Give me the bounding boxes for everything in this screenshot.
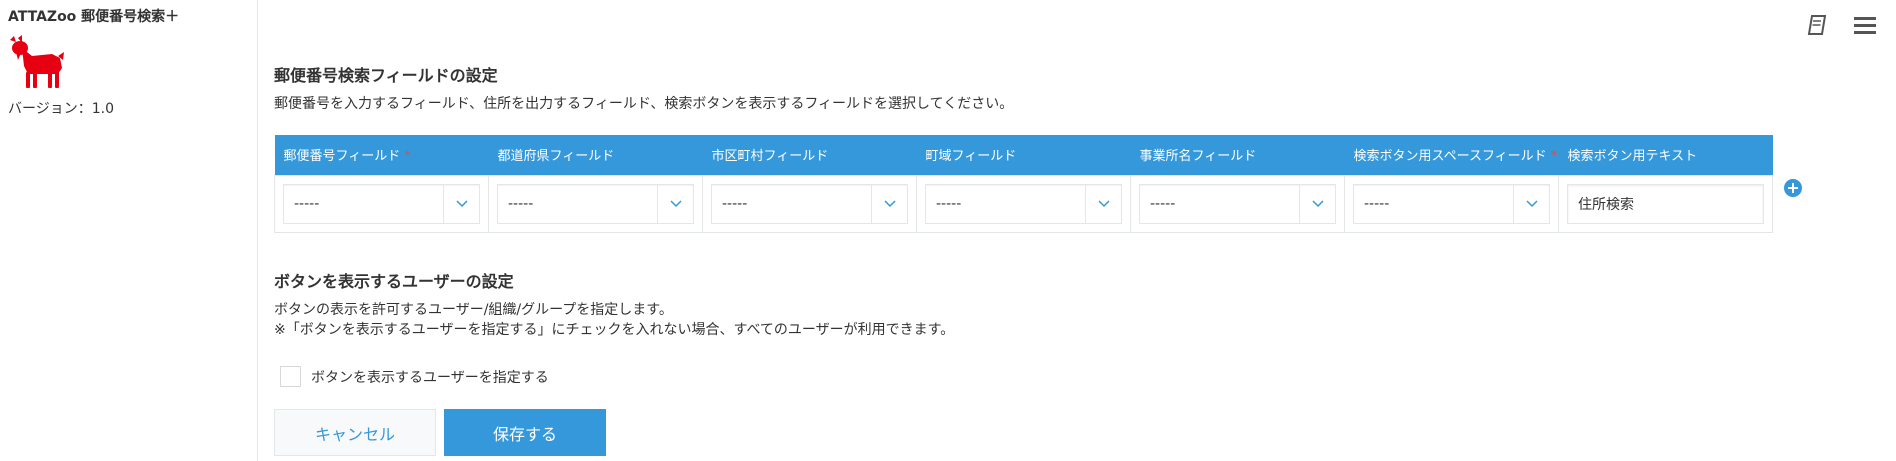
column-header-prefecture: 都道府県フィールド bbox=[488, 135, 703, 175]
office-name-field-select[interactable]: ----- bbox=[1139, 183, 1336, 224]
field-settings-table: 郵便番号フィールド * 都道府県フィールド 市区町村フィールド 町域フィールド 事… bbox=[274, 135, 1773, 233]
top-toolbar bbox=[1804, 12, 1878, 38]
settings-main: 郵便番号検索フィールドの設定 郵便番号を入力するフィールド、住所を出力するフィー… bbox=[274, 0, 1896, 461]
cancel-button[interactable]: キャンセル bbox=[274, 409, 436, 456]
chevron-down-icon bbox=[1513, 184, 1549, 223]
specify-users-checkbox[interactable] bbox=[280, 366, 301, 387]
chevron-down-icon bbox=[443, 184, 479, 223]
chevron-down-icon bbox=[657, 184, 693, 223]
specify-users-checkbox-label: ボタンを表示するユーザーを指定する bbox=[311, 369, 549, 386]
column-header-button-space: 検索ボタン用スペースフィールド * bbox=[1344, 135, 1559, 175]
column-header-town: 町域フィールド bbox=[916, 135, 1131, 175]
sidebar: ATTAZoo 郵便番号検索＋ バージョン：1.0 bbox=[0, 0, 258, 461]
required-mark: * bbox=[1550, 149, 1558, 165]
table-row: ----- ----- ----- ----- ----- ----- 住所検索 bbox=[274, 174, 1773, 233]
plus-circle-icon[interactable] bbox=[1784, 179, 1802, 197]
column-header-office-name: 事業所名フィールド bbox=[1130, 135, 1345, 175]
prefecture-field-select[interactable]: ----- bbox=[497, 183, 694, 224]
column-header-postal-code: 郵便番号フィールド * bbox=[274, 135, 489, 175]
button-text-input[interactable] bbox=[1567, 183, 1764, 224]
book-icon[interactable] bbox=[1804, 12, 1830, 38]
chevron-down-icon bbox=[1299, 184, 1335, 223]
town-field-select[interactable]: ----- bbox=[925, 183, 1122, 224]
city-field-select[interactable]: ----- bbox=[711, 183, 908, 224]
field-settings-description: 郵便番号を入力するフィールド、住所を出力するフィールド、検索ボタンを表示するフィ… bbox=[274, 96, 1014, 112]
field-settings-title: 郵便番号検索フィールドの設定 bbox=[274, 66, 498, 85]
goat-icon bbox=[8, 32, 66, 90]
chevron-down-icon bbox=[1085, 184, 1121, 223]
user-settings-title: ボタンを表示するユーザーの設定 bbox=[274, 272, 514, 291]
version-text: バージョン：1.0 bbox=[8, 101, 114, 117]
column-header-button-text: 検索ボタン用テキスト bbox=[1558, 135, 1773, 175]
postal-code-field-select[interactable]: ----- bbox=[283, 183, 480, 224]
table-header-row: 郵便番号フィールド * 都道府県フィールド 市区町村フィールド 町域フィールド 事… bbox=[274, 135, 1773, 175]
hamburger-menu-icon[interactable] bbox=[1852, 12, 1878, 38]
specify-users-checkbox-row[interactable]: ボタンを表示するユーザーを指定する bbox=[280, 366, 549, 387]
user-settings-description-1: ボタンの表示を許可するユーザー/組織/グループを指定します。 bbox=[274, 302, 673, 318]
column-header-city: 市区町村フィールド bbox=[702, 135, 917, 175]
save-button[interactable]: 保存する bbox=[444, 409, 606, 456]
app-title: ATTAZoo 郵便番号検索＋ bbox=[8, 9, 180, 25]
user-settings-description-2: ※「ボタンを表示するユーザーを指定する」にチェックを入れない場合、すべてのユーザ… bbox=[274, 322, 955, 338]
chevron-down-icon bbox=[871, 184, 907, 223]
required-mark: * bbox=[404, 149, 411, 165]
button-space-field-select[interactable]: ----- bbox=[1353, 183, 1550, 224]
